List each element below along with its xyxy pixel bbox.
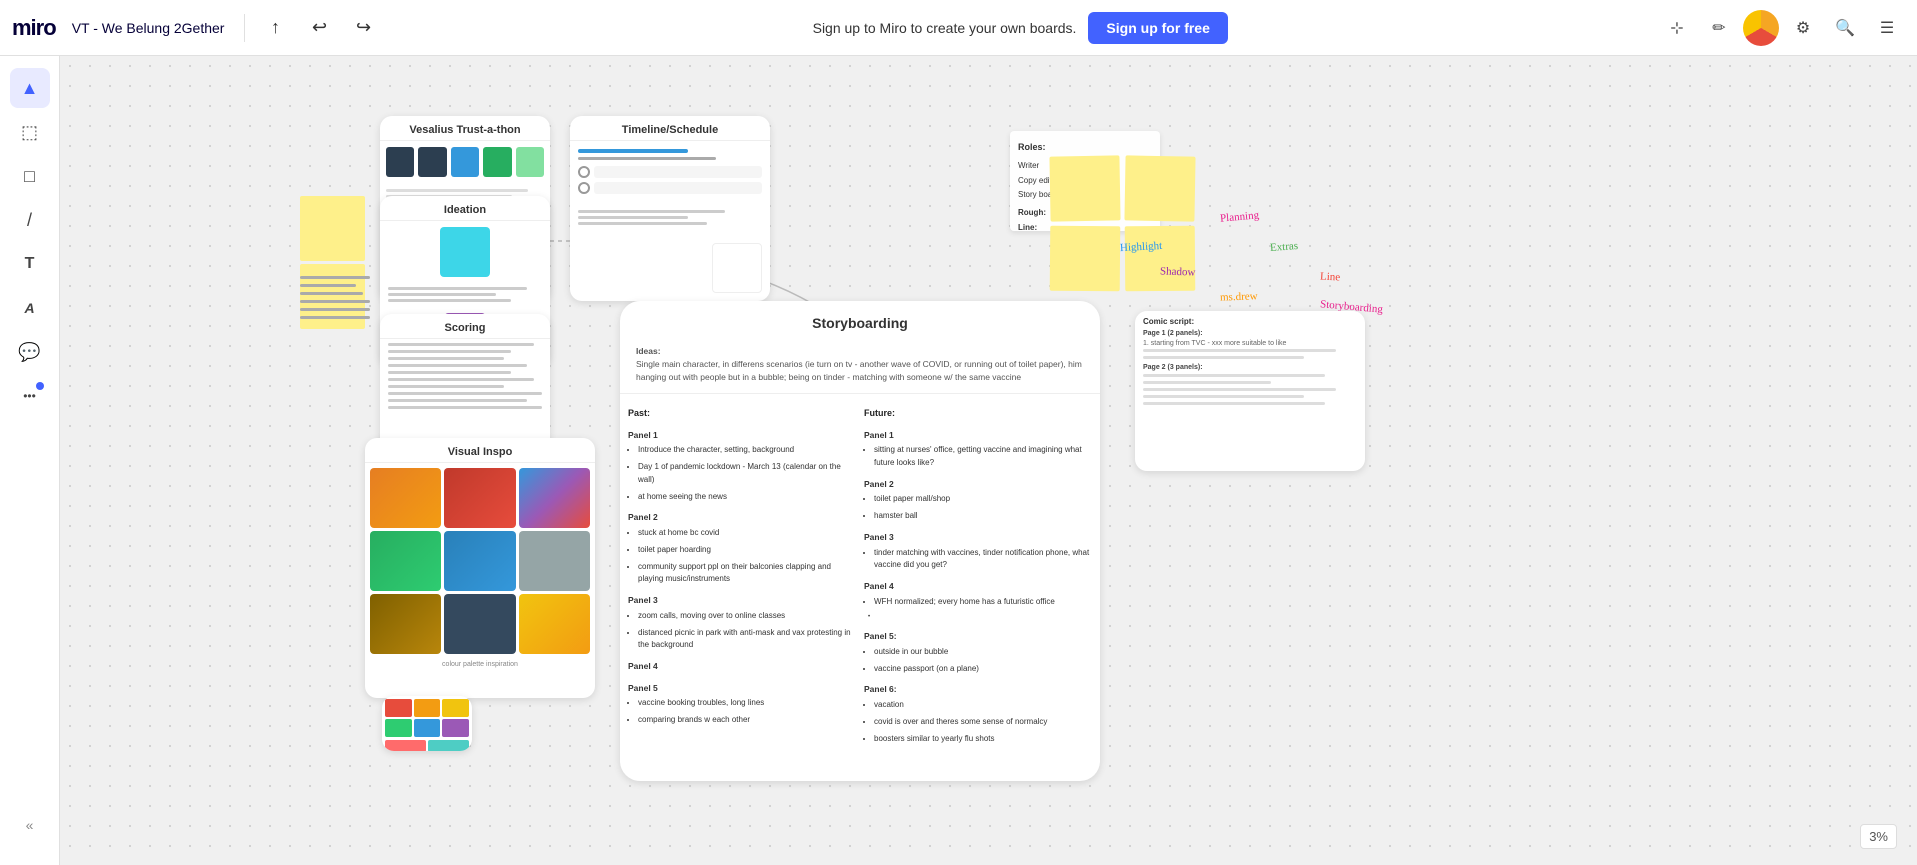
inspo-img-7 [370,594,441,654]
visual-inspo-card[interactable]: Visual Inspo colour palette inspiration [365,438,595,698]
roles-title: Roles: [1018,139,1152,155]
sticky-note-1 [300,196,365,261]
share-button[interactable]: ↑ [257,10,293,46]
vesalius-img-5 [516,147,544,177]
ideation-title: Ideation [380,196,550,221]
swatches-grid [382,696,472,740]
scoring-content [380,339,550,417]
rectangle-tool[interactable]: □ [10,156,50,196]
timeline-text [570,206,770,232]
panel-label: Panel 1 [628,429,856,443]
vesalius-img-1 [386,147,414,177]
line-tool[interactable]: / [10,200,50,240]
vesalius-img-2 [418,147,446,177]
inspo-img-4 [370,531,441,591]
inspo-img-6 [519,531,590,591]
inspo-grid [365,463,595,659]
menu-icon[interactable]: ☰ [1869,10,1905,46]
inspo-img-8 [444,594,515,654]
ideation-lines [380,283,550,309]
frame-tool[interactable]: ⬚ [10,112,50,152]
scoring-title: Scoring [380,314,550,339]
timeline-content [570,141,770,206]
sticky-tool[interactable]: A [10,288,50,328]
left-toolbar: ▲ ⬚ □ / T A 💬 ••• « [0,56,60,865]
vesalius-img-4 [483,147,511,177]
text-line [300,300,370,303]
hw-shadow: Shadow [1160,265,1196,278]
swatch-green [385,719,412,737]
text-line [300,284,356,287]
redo-button[interactable]: ↪ [345,10,381,46]
text-line [300,276,370,279]
timeline-card[interactable]: Timeline/Schedule [570,116,770,301]
promo-text: Sign up to Miro to create your own board… [813,20,1077,36]
future-title: Future: [864,406,1092,420]
swatch-purple [442,719,469,737]
comic-script-content: Page 1 (2 panels): 1. starting from TVC … [1135,328,1365,411]
undo-button[interactable]: ↩ [301,10,337,46]
hw-msdrew: ms.drew [1220,290,1258,303]
text-line [300,316,370,319]
search-icon[interactable]: 🔍 [1827,10,1863,46]
inspo-img-2 [444,468,515,528]
swatch-row-2 [382,740,472,751]
inspo-img-5 [444,531,515,591]
swatch-blue [414,719,441,737]
hw-highlight: Highlight [1120,240,1163,254]
vesalius-images [380,141,550,183]
cursor-icon[interactable]: ⊹ [1659,10,1695,46]
swatches-card[interactable] [382,696,472,751]
promo-banner: Sign up to Miro to create your own board… [389,12,1651,44]
storyboarding-card[interactable]: Storyboarding Ideas: Single main charact… [620,301,1100,781]
text-line [300,308,370,311]
past-title: Past: [628,406,856,420]
avatar[interactable] [1743,10,1779,46]
right-icons: ⊹ ✏ ⚙ 🔍 ☰ [1659,10,1905,46]
timeline-title: Timeline/Schedule [570,116,770,141]
yellow-sticky-3 [1050,226,1121,292]
comic-script-title: Comic script: [1135,311,1365,328]
hw-extras: Extras [1270,240,1299,254]
pen-icon[interactable]: ✏ [1701,10,1737,46]
vesalius-img-3 [451,147,479,177]
text-line [300,292,363,295]
future-column: Future: Panel 1 sitting at nurses' offic… [864,406,1092,762]
header: miro VT - We Belung 2Gether ↑ ↩ ↪ Sign u… [0,0,1917,56]
swatch-red [385,699,412,717]
inspo-bottom-text: colour palette inspiration [365,659,595,670]
inspo-img-1 [370,468,441,528]
canvas[interactable]: Vesalius Trust-a-thon Timeline/Schedule [60,56,1917,865]
collapse-toolbar[interactable]: « [10,805,50,845]
inspo-img-9 [519,594,590,654]
header-divider [244,14,245,42]
past-column: Past: Panel 1 Introduce the character, s… [628,406,856,762]
board-title: VT - We Belung 2Gether [72,20,225,36]
storyboarding-intro: Ideas: Single main character, in differe… [620,345,1100,394]
signup-button[interactable]: Sign up for free [1088,12,1227,44]
comment-tool[interactable]: 💬 [10,332,50,372]
vesalius-title: Vesalius Trust-a-thon [380,116,550,141]
inspo-img-3 [519,468,590,528]
miro-logo: miro [12,15,56,41]
storyboarding-title: Storyboarding [620,301,1100,345]
hw-planning: Planning [1220,209,1260,224]
comic-script-card[interactable]: Comic script: Page 1 (2 panels): 1. star… [1135,311,1365,471]
timeline-line-blue [578,149,688,153]
swatch-orange [414,699,441,717]
ideation-sticky [440,227,490,277]
zoom-indicator: 3% [1860,824,1897,849]
scoring-card[interactable]: Scoring [380,314,550,454]
select-tool[interactable]: ▲ [10,68,50,108]
text-lines-topleft [300,276,370,356]
hw-line: Line [1320,270,1341,283]
storyboarding-columns: Past: Panel 1 Introduce the character, s… [620,394,1100,774]
settings-icon[interactable]: ⚙ [1785,10,1821,46]
visual-inspo-title: Visual Inspo [365,438,595,463]
swatch-yellow [442,699,469,717]
more-tools[interactable]: ••• [10,376,50,416]
yellow-sticky-1 [1049,155,1120,221]
text-tool[interactable]: T [10,244,50,284]
